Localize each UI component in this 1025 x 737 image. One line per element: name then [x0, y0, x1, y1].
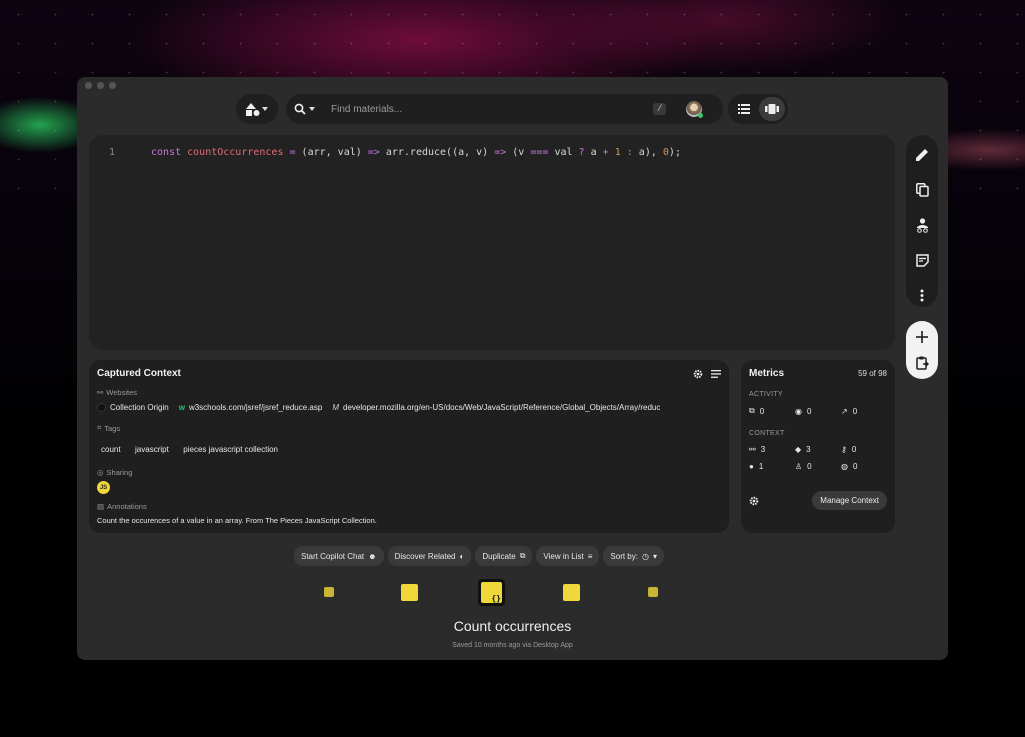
metrics-title: Metrics: [749, 368, 785, 379]
minimize-window-button[interactable]: [97, 82, 104, 89]
sharing-icon: ◎: [97, 468, 104, 477]
views-eye-icon: ◉: [795, 406, 802, 416]
activity-metrics: ⧉ 0 ◉ 0 ↗ 0: [749, 406, 858, 416]
tags-list: count javascript pieces javascript colle…: [97, 439, 721, 457]
window-controls: [85, 82, 116, 89]
material-thumbnail[interactable]: [401, 584, 418, 601]
links-icon: ⚯: [749, 445, 756, 454]
paste-icon[interactable]: [912, 353, 932, 373]
website-link-mdn[interactable]: M developer.mozilla.org/en-US/docs/Web/J…: [332, 403, 660, 412]
duplicate-icon: ⧉: [519, 551, 526, 560]
material-title[interactable]: Count occurrences: [77, 618, 948, 634]
close-window-button[interactable]: [85, 82, 92, 89]
key-icon: ⚷: [841, 445, 847, 454]
search-input[interactable]: [331, 103, 631, 115]
search-bar: /: [286, 94, 723, 124]
menu-lines-icon[interactable]: [711, 369, 721, 379]
edit-icon[interactable]: [910, 143, 934, 166]
material-action-bar: Start Copilot Chat ☻ Discover Related ◐ Du…: [294, 546, 664, 566]
copilot-face-icon: ☻: [368, 551, 377, 561]
toggle-icon: ◐: [459, 551, 465, 561]
person-icon: ●: [749, 462, 754, 471]
annotations-section-label: ▤ Annotations: [97, 502, 147, 511]
list-view-icon[interactable]: [731, 97, 757, 121]
online-status-dot: [698, 113, 704, 118]
copilot-small-icon: ♙: [795, 462, 803, 471]
search-shortcut: /: [653, 103, 667, 115]
line-number: 1: [109, 147, 116, 158]
filter-dropdown[interactable]: [236, 94, 278, 124]
shapes-icon: [246, 102, 260, 116]
context-label: CONTEXT: [749, 430, 785, 437]
material-thumbnail-selected[interactable]: {}: [478, 579, 505, 606]
chevron-down-icon: [262, 107, 268, 111]
material-thumbnail[interactable]: [648, 587, 658, 597]
website-link-origin[interactable]: Collection Origin: [97, 403, 169, 412]
sort-chevron-icon: ▾: [652, 551, 657, 561]
context-metrics: ⚯ 3 ◆ 3 ⚷ 0 ● 1 ♙ 0 ◍ 0: [749, 445, 858, 471]
website-link-w3schools[interactable]: w w3schools.com/jsref/jsref_reduce.asp: [179, 403, 323, 412]
code-line: 1 const countOccurrences = (arr, val) =>…: [109, 147, 681, 158]
tag-item[interactable]: pieces javascript collection: [183, 445, 278, 454]
maximize-window-button[interactable]: [109, 82, 116, 89]
start-copilot-chat-button[interactable]: Start Copilot Chat ☻: [294, 546, 384, 566]
more-options-icon[interactable]: [910, 284, 934, 307]
discover-related-button[interactable]: Discover Related ◐: [387, 546, 472, 566]
websites-section-label: ⚯ Websites: [97, 388, 138, 397]
mdn-icon: M: [332, 403, 339, 412]
duplicate-button[interactable]: Duplicate ⧉: [475, 546, 533, 566]
tags-section-label: ⌗ Tags: [97, 423, 121, 433]
copilot-icon[interactable]: [910, 213, 934, 236]
metrics-count: 59 of 98: [858, 369, 887, 378]
clock-icon: ◷: [641, 551, 649, 561]
tags-icon: ◆: [795, 445, 802, 454]
link-icon: ⚯: [97, 388, 104, 397]
search-icon[interactable]: [294, 103, 306, 115]
view-toggle: [728, 94, 788, 124]
copies-icon: ⧉: [749, 406, 755, 415]
gallery-view-icon[interactable]: [759, 97, 785, 121]
websites-list: Collection Origin w w3schools.com/jsref/…: [97, 403, 721, 412]
annotation-icon[interactable]: [910, 249, 934, 272]
shared-user-avatar[interactable]: JS: [97, 481, 110, 494]
trend-icon: ↗: [841, 406, 848, 416]
create-toolbar: [906, 321, 938, 379]
metrics-settings-gear-icon[interactable]: [749, 496, 759, 506]
search-mode-chevron-icon[interactable]: [309, 107, 315, 111]
annotation-text[interactable]: Count the occurences of a value in an ar…: [97, 516, 721, 525]
material-thumbnail[interactable]: [324, 587, 334, 597]
captured-context-title: Captured Context: [97, 368, 181, 379]
javascript-icon: {}: [481, 582, 502, 603]
app-window: / 1 const countOccurrences = (arr, val) …: [77, 77, 948, 660]
code-text[interactable]: const countOccurrences = (arr, val) => a…: [151, 147, 681, 158]
material-thumbnail[interactable]: [563, 584, 580, 601]
captured-context-panel: Captured Context ⚯ Websites Collection Or…: [89, 360, 729, 533]
sharing-section-label: ◎ Sharing: [97, 468, 133, 477]
tag-item[interactable]: javascript: [135, 445, 169, 454]
user-avatar[interactable]: [686, 101, 704, 118]
material-saved-info: Saved 10 months ago via Desktop App: [452, 642, 573, 649]
metrics-panel: Metrics 59 of 98 ACTIVITY ⧉ 0 ◉ 0 ↗ 0 CONTE…: [741, 360, 895, 533]
settings-gear-icon[interactable]: [693, 369, 703, 379]
origin-icon: [97, 403, 106, 412]
code-editor[interactable]: 1 const countOccurrences = (arr, val) =>…: [89, 135, 895, 350]
view-in-list-button[interactable]: View in List ≡: [536, 546, 600, 566]
add-icon[interactable]: [912, 327, 932, 347]
material-actions-toolbar: [906, 135, 938, 307]
sort-by-dropdown[interactable]: Sort by: ◷ ▾: [603, 546, 664, 566]
activity-label: ACTIVITY: [749, 391, 783, 398]
copy-icon[interactable]: [910, 178, 934, 201]
annotation-small-icon: ▤: [97, 502, 105, 511]
manage-context-button[interactable]: Manage Context: [812, 491, 887, 510]
w3schools-icon: w: [178, 403, 185, 412]
github-icon: ◍: [841, 462, 848, 471]
sharing-list: JS: [97, 481, 721, 494]
tag-item[interactable]: count: [101, 445, 121, 454]
list-icon: ≡: [587, 551, 593, 561]
tag-icon: ⌗: [97, 423, 102, 432]
